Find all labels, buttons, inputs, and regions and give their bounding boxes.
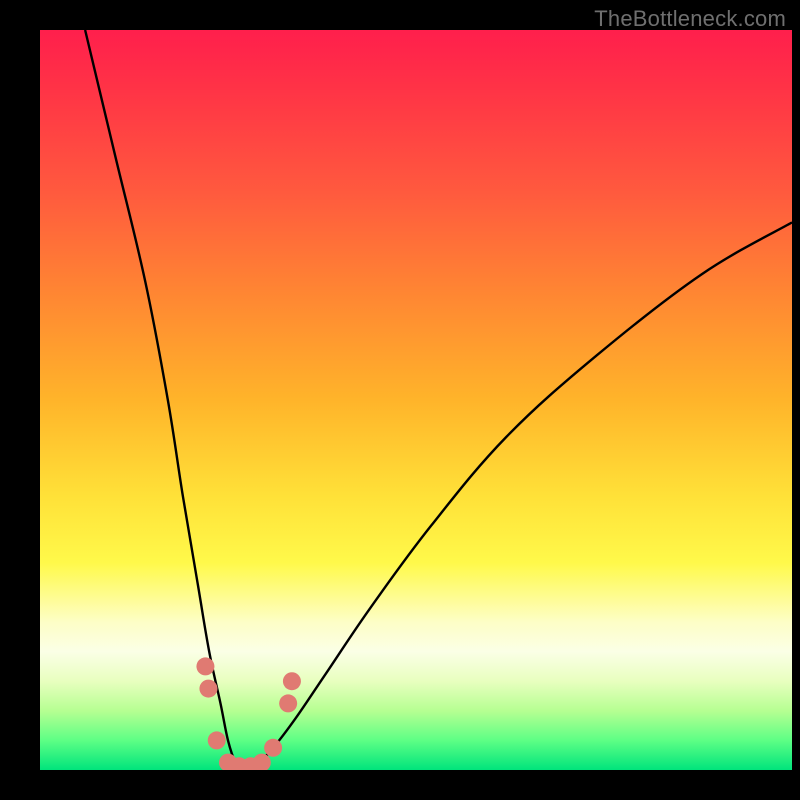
trough-dots [196,657,300,770]
chart-stage: TheBottleneck.com [0,0,800,800]
trough-dot [283,672,301,690]
dots-layer [40,30,792,770]
trough-dot [208,731,226,749]
trough-dot [279,694,297,712]
trough-dot [196,657,214,675]
plot-area [40,30,792,770]
watermark-text: TheBottleneck.com [594,6,786,32]
trough-dot [264,739,282,757]
trough-dot [199,680,217,698]
trough-dot [253,754,271,770]
